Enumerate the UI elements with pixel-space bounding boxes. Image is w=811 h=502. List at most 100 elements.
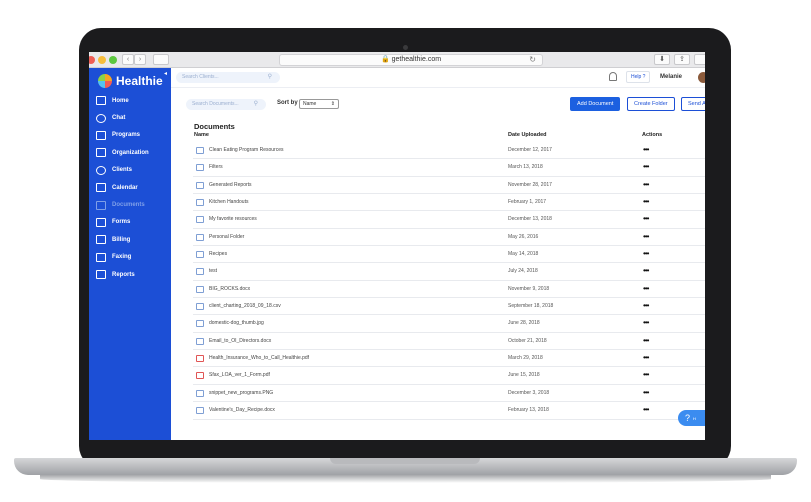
download-icon[interactable]: ⬇ [654,54,670,65]
url-text: gethealthie.com [391,56,442,63]
sidebar-item-programs[interactable]: Programs [89,127,171,144]
more-actions-icon[interactable]: ••• [643,180,649,189]
table-row[interactable]: My favorite resources December 13, 2018 ••… [193,211,705,229]
share-icon[interactable]: ⇪ [674,54,690,65]
table-row[interactable]: BIG_ROCKS.docx November 9, 2018 ••• [193,281,705,299]
table-row[interactable]: domestic-dog_thumb.jpg June 28, 2018 ••• [193,315,705,333]
sidebar-toggle-icon[interactable] [153,54,169,65]
help-chat-button[interactable]: ? H [678,410,705,426]
search-documents-input[interactable]: Search Documents... ⚲ [186,99,266,110]
new-tab-icon[interactable] [694,54,705,65]
table-row[interactable]: snippet_new_programs.PNG December 3, 2018… [193,385,705,403]
programs-icon [96,130,106,140]
back-button[interactable]: ‹ [122,54,134,65]
column-header-name[interactable]: Name [194,132,209,138]
table-row[interactable]: test July 24, 2018 ••• [193,263,705,281]
forward-button[interactable]: › [134,54,146,65]
file-icon [196,407,204,415]
create-folder-button[interactable]: Create Folder [627,97,675,111]
sidebar-item-forms[interactable]: Forms [89,214,171,231]
help-button[interactable]: Help ? [626,71,651,83]
more-actions-icon[interactable]: ••• [643,249,649,258]
document-name[interactable]: Kitchen Handouts [209,199,248,205]
help-fab-label: H [693,415,696,421]
more-actions-icon[interactable]: ••• [643,318,649,327]
sidebar-item-clients[interactable]: Clients [89,162,171,179]
sidebar-item-organization[interactable]: Organization [89,144,171,161]
table-row[interactable]: Kitchen Handouts February 1, 2017 ••• [193,194,705,212]
more-actions-icon[interactable]: ••• [643,405,649,414]
document-name[interactable]: Recipes [209,251,227,257]
table-row[interactable]: Recipes May 14, 2018 ••• [193,246,705,264]
document-name[interactable]: Valentine's_Day_Recipe.docx [209,407,275,413]
document-name[interactable]: test [209,268,217,274]
maximize-window-icon[interactable] [109,56,117,64]
table-row[interactable]: Personal Folder May 26, 2016 ••• [193,229,705,247]
add-document-button[interactable]: Add Document [570,97,621,111]
avatar[interactable] [698,72,705,83]
date-uploaded: February 13, 2018 [508,407,549,414]
close-window-icon[interactable] [89,56,95,64]
date-uploaded: February 1, 2017 [508,199,547,206]
document-name[interactable]: client_charting_2018_09_18.csv [209,303,281,309]
document-name[interactable]: Generated Reports [209,182,252,188]
document-name[interactable]: domestic-dog_thumb.jpg [209,320,264,326]
table-row[interactable]: Generated Reports November 28, 2017 ••• [193,177,705,195]
document-name[interactable]: Clean Eating Program Resources [209,147,283,153]
more-actions-icon[interactable]: ••• [643,232,649,241]
document-name[interactable]: snippet_new_programs.PNG [209,390,273,396]
document-name[interactable]: Personal Folder [209,234,244,240]
user-name[interactable]: Melanie [660,74,682,80]
more-actions-icon[interactable]: ••• [643,197,649,206]
more-actions-icon[interactable]: ••• [643,336,649,345]
more-actions-icon[interactable]: ••• [643,370,649,379]
search-clients-input[interactable]: Search Clients... ⚲ [176,72,280,83]
reports-icon [96,270,106,280]
sort-by-select[interactable]: Name ⇕ [299,99,339,109]
more-actions-icon[interactable]: ••• [643,145,649,154]
send-button[interactable]: Send A F [681,97,705,111]
chat-icon [96,113,106,123]
sidebar-item-documents[interactable]: Documents [89,196,171,213]
table-row[interactable]: Valentine's_Day_Recipe.docx February 13, … [193,402,705,420]
sort-by-value: Name [303,101,317,107]
more-actions-icon[interactable]: ••• [643,266,649,275]
sidebar-item-billing[interactable]: Billing [89,231,171,248]
document-name[interactable]: Email_to_OI_Directors.docx [209,338,271,344]
table-row[interactable]: client_charting_2018_09_18.csv September … [193,298,705,316]
sidebar-item-faxing[interactable]: Faxing [89,249,171,266]
sidebar-item-chat[interactable]: Chat [89,109,171,126]
calendar-icon [96,183,106,193]
brand-logo[interactable]: Healthie [98,73,163,89]
document-name[interactable]: Health_Insurance_Who_to_Call_Healthie.pd… [209,355,309,361]
reload-icon[interactable]: ↻ [529,55,536,65]
sidebar-item-reports[interactable]: Reports [89,266,171,283]
sidebar-item-home[interactable]: Home [89,92,171,109]
document-name[interactable]: BIG_ROCKS.docx [209,286,250,292]
address-bar[interactable]: 🔒 gethealthie.com ↻ [279,54,543,66]
top-bar: Search Clients... ⚲ Help ? Melanie [171,68,705,88]
document-name[interactable]: Sfax_LOA_ver_1_Form.pdf [209,372,270,378]
sidebar-item-label: Faxing [112,254,132,261]
document-name[interactable]: My favorite resources [209,216,257,222]
table-row[interactable]: Clean Eating Program Resources December 1… [193,142,705,160]
date-uploaded: July 24, 2018 [508,268,538,275]
more-actions-icon[interactable]: ••• [643,214,649,223]
more-actions-icon[interactable]: ••• [643,353,649,362]
column-header-date[interactable]: Date Uploaded [508,132,547,138]
date-uploaded: December 3, 2018 [508,389,550,396]
table-row[interactable]: Filters March 13, 2018 ••• [193,159,705,177]
table-row[interactable]: Sfax_LOA_ver_1_Form.pdf June 15, 2018 ••• [193,367,705,385]
sidebar-item-calendar[interactable]: Calendar [89,179,171,196]
more-actions-icon[interactable]: ••• [643,162,649,171]
notification-bell-icon[interactable] [609,72,617,81]
table-row[interactable]: Health_Insurance_Who_to_Call_Healthie.pd… [193,350,705,368]
document-name[interactable]: Filters [209,164,223,170]
more-actions-icon[interactable]: ••• [643,284,649,293]
more-actions-icon[interactable]: ••• [643,388,649,397]
table-row[interactable]: Email_to_OI_Directors.docx October 21, 20… [193,333,705,351]
minimize-window-icon[interactable] [98,56,106,64]
collapse-sidebar-icon[interactable]: ◂ [164,70,167,77]
more-actions-icon[interactable]: ••• [643,301,649,310]
folder-icon [196,216,204,224]
